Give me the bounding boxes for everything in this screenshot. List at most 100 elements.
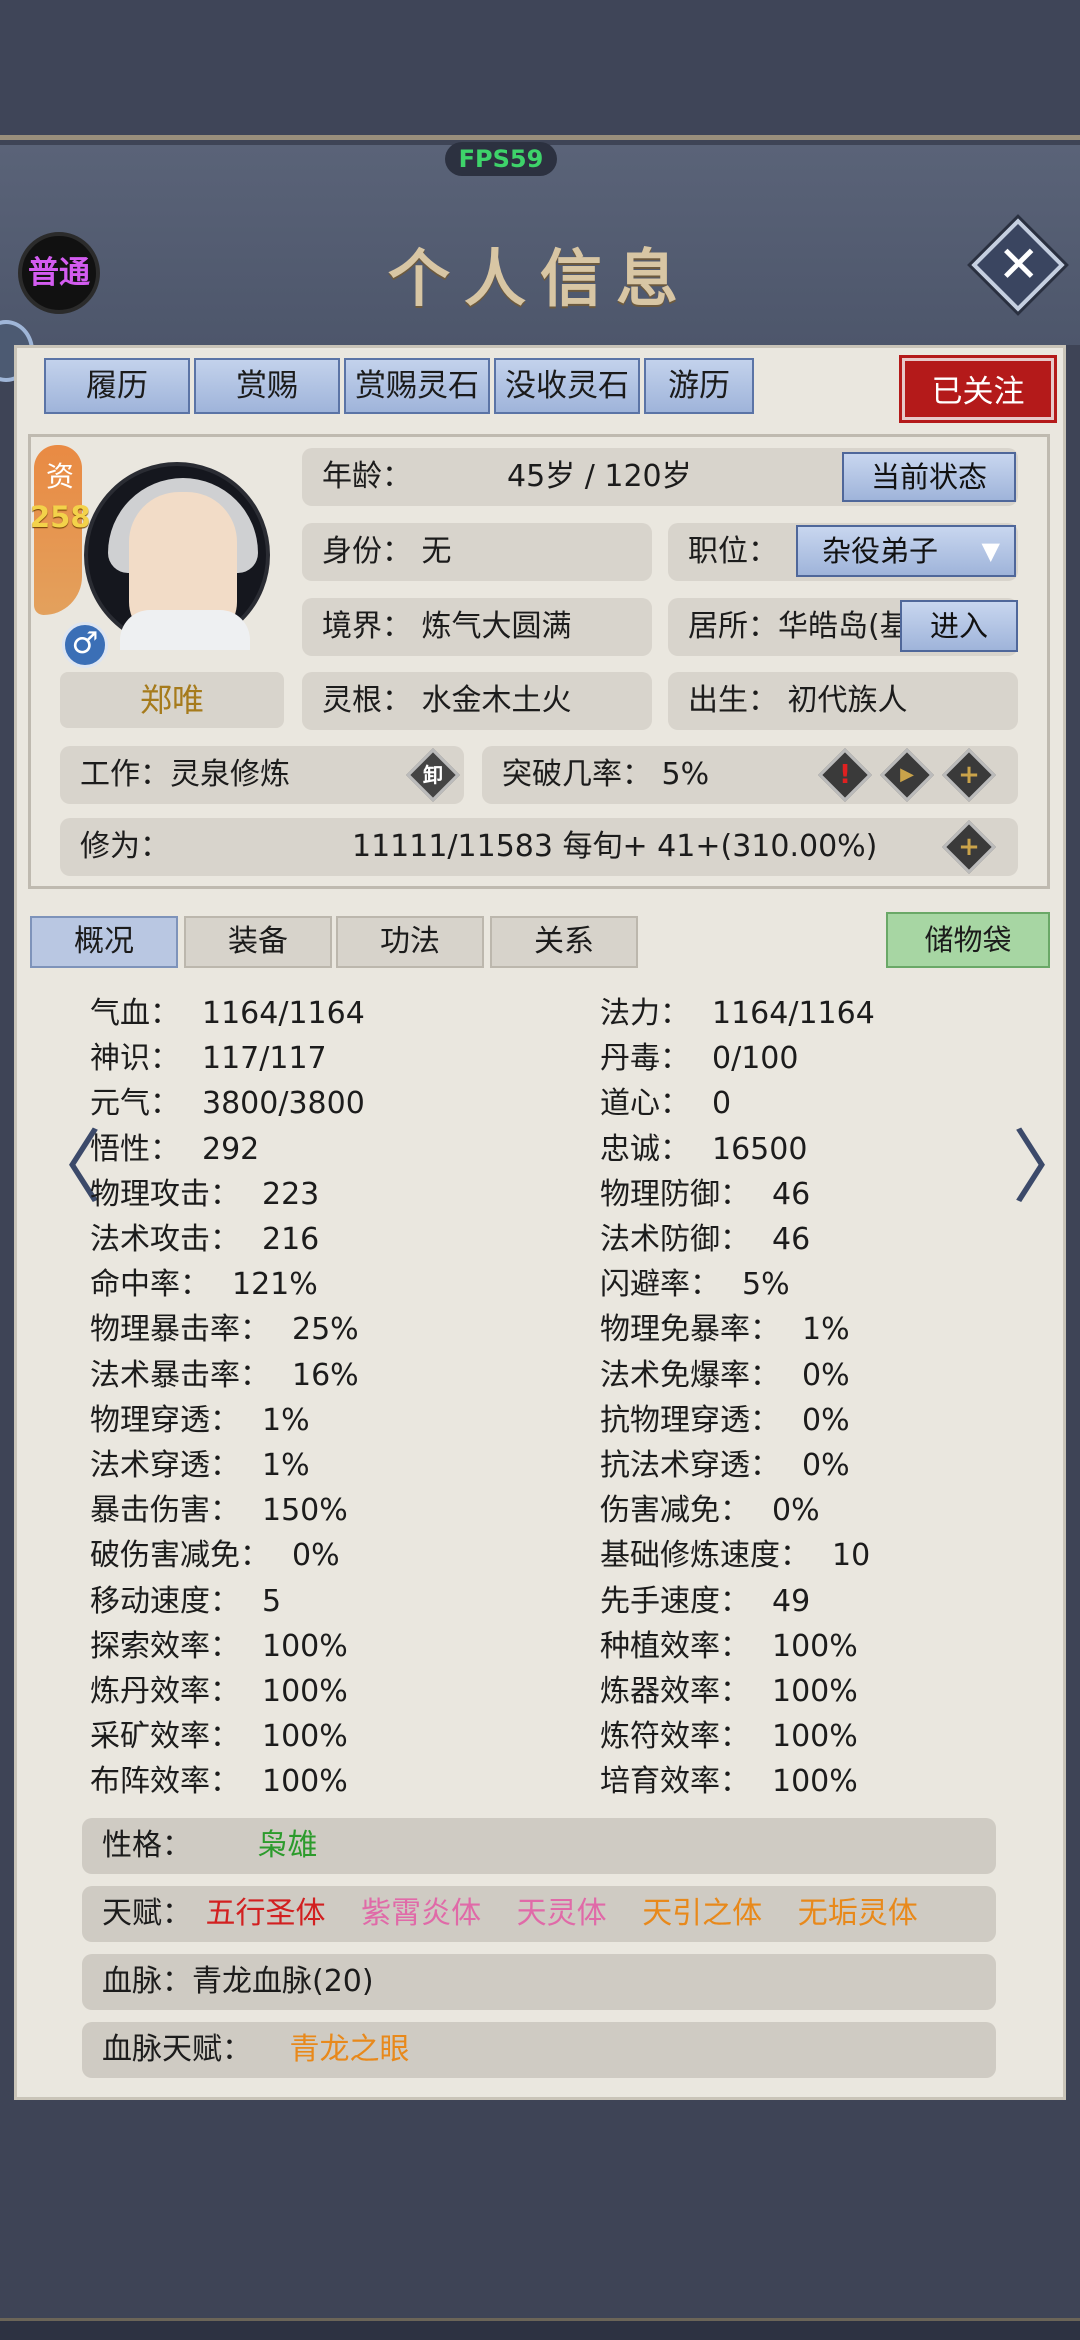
birth-field: 出生： 初代族人 bbox=[668, 672, 1018, 730]
stat-value: 3800/3800 bbox=[202, 1086, 365, 1122]
follow-button[interactable]: 已关注 bbox=[902, 358, 1054, 420]
tab-confiscate-stones[interactable]: 没收灵石 bbox=[494, 358, 640, 414]
stat-label: 暴击伤害： bbox=[90, 1493, 240, 1529]
plus-icon-glyph: + bbox=[958, 760, 980, 790]
stat-label: 移动速度： bbox=[90, 1583, 240, 1619]
tab-overview[interactable]: 概况 bbox=[30, 916, 178, 968]
stat-value: 5% bbox=[742, 1267, 790, 1303]
stat-label: 物理攻击： bbox=[90, 1176, 240, 1212]
stat-value: 0/100 bbox=[712, 1041, 799, 1077]
stat-label: 法力： bbox=[600, 996, 690, 1031]
stat-label: 物理暴击率： bbox=[90, 1312, 270, 1348]
stat-value: 100% bbox=[772, 1764, 858, 1800]
chevron-down-icon: ▼ bbox=[981, 537, 1000, 565]
position-dropdown[interactable]: 杂役弟子 ▼ bbox=[796, 525, 1016, 577]
storage-bag-button[interactable]: 储物袋 bbox=[886, 912, 1050, 968]
character-name: 郑唯 bbox=[60, 672, 284, 728]
stat-value: 100% bbox=[772, 1628, 858, 1664]
stat-label: 法术穿透： bbox=[90, 1448, 240, 1483]
top-bar bbox=[0, 0, 1080, 140]
page-title: 个人信息 bbox=[387, 242, 692, 315]
warning-icon-glyph: ! bbox=[839, 760, 851, 790]
age-value: 45岁 / 120岁 bbox=[507, 459, 692, 494]
mode-badge[interactable]: 普通 bbox=[18, 232, 100, 314]
cultivation-field: 修为： 11111/11583 每旬+ 41+(310.00%) bbox=[60, 818, 1018, 876]
job-field: 工作：灵泉修炼 bbox=[60, 746, 464, 804]
stat-label: 采矿效率： bbox=[90, 1719, 240, 1755]
talent-value: 258 bbox=[30, 500, 91, 534]
stat-label: 炼符效率： bbox=[600, 1719, 750, 1755]
stat-label: 丹毒： bbox=[600, 1041, 690, 1077]
tab-equipment[interactable]: 装备 bbox=[184, 916, 332, 968]
stat-label: 神识： bbox=[90, 1041, 180, 1077]
stat-value: 1% bbox=[802, 1312, 850, 1348]
stat-value: 46 bbox=[772, 1222, 811, 1257]
cultivation-value: 11111/11583 每旬+ 41+(310.00%) bbox=[352, 829, 878, 864]
stat-label: 元气： bbox=[90, 1086, 180, 1122]
stat-value: 46 bbox=[772, 1176, 811, 1212]
stat-value: 16% bbox=[292, 1357, 359, 1393]
talents-label: 天赋： bbox=[102, 1896, 192, 1931]
tab-techniques[interactable]: 功法 bbox=[336, 916, 484, 968]
tab-history[interactable]: 履历 bbox=[44, 358, 190, 414]
talent-item: 天灵体 bbox=[516, 1896, 607, 1931]
close-icon: ✕ bbox=[997, 235, 1040, 294]
stat-value: 100% bbox=[262, 1674, 348, 1709]
stat-label: 抗法术穿透： bbox=[600, 1448, 780, 1483]
stat-label: 道心： bbox=[600, 1086, 690, 1122]
stat-label: 忠诚： bbox=[600, 1131, 690, 1167]
stat-value: 100% bbox=[772, 1719, 858, 1755]
stat-value: 121% bbox=[232, 1267, 318, 1303]
tab-relations[interactable]: 关系 bbox=[490, 916, 638, 968]
stat-label: 法术防御： bbox=[600, 1222, 750, 1257]
next-arrow-icon[interactable]: 〉 bbox=[1012, 1125, 1080, 1215]
age-label: 年龄： bbox=[322, 459, 412, 494]
stat-label: 破伤害减免： bbox=[90, 1538, 270, 1574]
bloodline-talent-label: 血脉天赋： bbox=[102, 2032, 252, 2067]
unequip-icon-label: 卸 bbox=[423, 763, 443, 787]
stat-value: 100% bbox=[772, 1674, 858, 1709]
stat-label: 命中率： bbox=[90, 1267, 210, 1303]
bloodline-talent-row: 血脉天赋： 青龙之眼 bbox=[82, 2022, 996, 2078]
stat-label: 抗物理穿透： bbox=[600, 1402, 780, 1438]
stat-label: 炼丹效率： bbox=[90, 1674, 240, 1709]
breakthrough-field: 突破几率： 5% bbox=[482, 746, 1018, 804]
tab-reward[interactable]: 赏赐 bbox=[194, 358, 340, 414]
stat-value: 0% bbox=[802, 1402, 850, 1438]
talent-item: 天引之体 bbox=[642, 1896, 763, 1931]
stat-label: 物理免暴率： bbox=[600, 1312, 780, 1348]
stat-value: 100% bbox=[262, 1628, 348, 1664]
stat-value: 117/117 bbox=[202, 1041, 327, 1077]
talent-item: 五行圣体 bbox=[205, 1896, 326, 1931]
avatar-robe bbox=[120, 610, 250, 650]
tab-travel[interactable]: 游历 bbox=[644, 358, 754, 414]
stat-label: 法术攻击： bbox=[90, 1222, 240, 1257]
fps-counter: FPS59 bbox=[445, 142, 557, 176]
stat-label: 布阵效率： bbox=[90, 1764, 240, 1800]
stat-value: 10 bbox=[832, 1538, 871, 1574]
stat-label: 悟性： bbox=[90, 1131, 180, 1167]
personality-label: 性格： bbox=[102, 1828, 192, 1863]
current-status-button[interactable]: 当前状态 bbox=[842, 452, 1016, 502]
stat-label: 基础修炼速度： bbox=[600, 1538, 810, 1574]
stat-value: 223 bbox=[262, 1176, 320, 1212]
stat-value: 216 bbox=[262, 1222, 320, 1257]
previous-arrow-icon[interactable]: 〈 bbox=[22, 1125, 102, 1215]
talent-label: 资 bbox=[45, 460, 74, 493]
position-value: 杂役弟子 bbox=[822, 534, 939, 568]
stat-label: 种植效率： bbox=[600, 1628, 750, 1664]
bottom-band bbox=[0, 2318, 1080, 2340]
stat-value: 25% bbox=[292, 1312, 359, 1348]
stat-value: 0% bbox=[292, 1538, 340, 1574]
stat-value: 100% bbox=[262, 1719, 348, 1755]
realm-field: 境界： 炼气大圆满 bbox=[302, 598, 652, 656]
male-icon: ♂ bbox=[62, 622, 108, 668]
enter-button[interactable]: 进入 bbox=[900, 600, 1018, 652]
stat-label: 闪避率： bbox=[600, 1267, 720, 1303]
cultivation-label: 修为： bbox=[80, 829, 170, 864]
stat-value: 150% bbox=[262, 1493, 348, 1529]
tab-reward-stones[interactable]: 赏赐灵石 bbox=[344, 358, 490, 414]
stat-value: 0% bbox=[772, 1493, 820, 1529]
stat-value: 1% bbox=[262, 1448, 310, 1483]
identity-field: 身份： 无 bbox=[302, 523, 652, 581]
